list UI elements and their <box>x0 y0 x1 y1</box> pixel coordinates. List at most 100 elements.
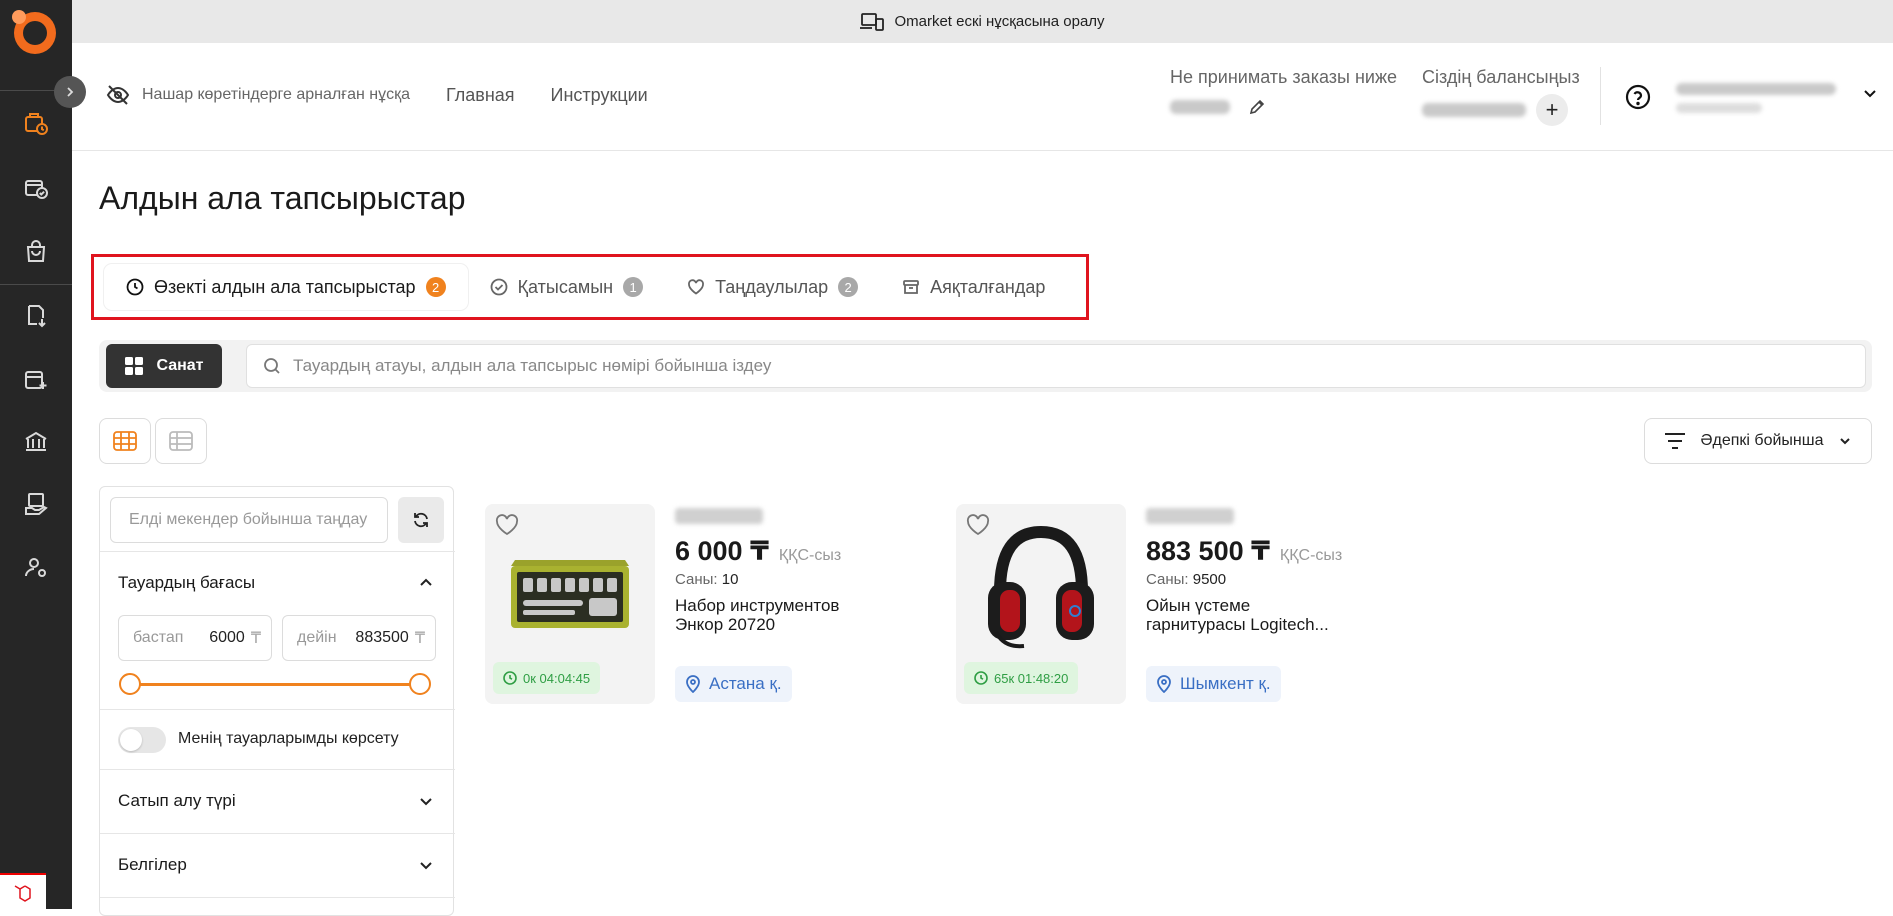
accessibility-mode-link[interactable]: Нашар көретіндерге арналған нұсқа <box>106 83 410 107</box>
price-range-max-handle[interactable] <box>409 673 431 695</box>
price-range-min-handle[interactable] <box>119 673 141 695</box>
price-from-input[interactable]: бастап 6000 ₸ <box>118 615 272 661</box>
edit-pencil-icon[interactable] <box>1248 98 1266 116</box>
tags-filter[interactable]: Белгілер <box>118 855 187 875</box>
old-version-link[interactable]: Omarket ескі нұсқасына оралу <box>894 13 1104 30</box>
category-button[interactable]: Санат <box>106 344 222 388</box>
delivery-box-icon[interactable] <box>22 490 50 518</box>
location-select-input[interactable]: Елді мекендер бойынша таңдау <box>110 497 388 543</box>
search-icon <box>264 358 280 374</box>
accessibility-label: Нашар көретіндерге арналған нұсқа <box>142 86 410 103</box>
purchase-type-filter[interactable]: Сатып алу түрі <box>118 791 236 811</box>
clock-icon <box>974 671 988 685</box>
min-order-label: Не принимать заказы ниже <box>1170 67 1398 87</box>
product-sku-blurred <box>675 508 763 524</box>
location-pin-icon <box>686 675 700 693</box>
search-bar: Санат Тауардың атауы, алдын ала тапсырыс… <box>99 340 1872 392</box>
tab-label: Өзекті алдын ала тапсырыстар <box>154 276 416 297</box>
user-settings-icon[interactable] <box>22 554 50 582</box>
user-profile-menu[interactable] <box>1676 79 1886 119</box>
quantity-label: Саны: <box>675 571 718 588</box>
shopping-bag-icon[interactable] <box>22 238 50 266</box>
archive-icon <box>903 280 920 294</box>
sort-dropdown[interactable]: Әдепкі бойынша <box>1644 418 1872 464</box>
product-image[interactable]: 0к 04:04:45 <box>485 504 655 704</box>
tab-bar: Өзекті алдын ала тапсырыстар 2 Қатысамын… <box>104 264 1067 310</box>
clock-icon <box>126 278 144 296</box>
tab-completed[interactable]: Аяқталғандар <box>880 264 1067 310</box>
tab-count-badge: 2 <box>838 277 859 297</box>
nav-home-link[interactable]: Главная <box>446 85 515 106</box>
preorders-clock-icon[interactable] <box>22 110 50 138</box>
product-name[interactable]: Ойын үстеме гарнитурасы Logitech... <box>1146 596 1346 634</box>
framework-logo-icon <box>0 873 46 909</box>
filter-divider <box>100 769 455 770</box>
chevron-up-icon[interactable] <box>418 575 434 591</box>
user-id-blurred <box>1676 103 1762 113</box>
orders-check-icon[interactable] <box>22 174 50 202</box>
tab-participating[interactable]: Қатысамын 1 <box>468 264 666 310</box>
quantity-value: 9500 <box>1192 571 1227 588</box>
table-list-icon <box>169 431 193 451</box>
grid-view-button[interactable] <box>99 418 151 464</box>
min-order-value-blurred <box>1170 100 1230 114</box>
nav-instructions-link[interactable]: Инструкции <box>551 85 648 106</box>
vat-note: ҚҚС-сыз <box>1279 547 1343 564</box>
category-label: Санат <box>156 357 204 374</box>
product-card[interactable]: 0к 04:04:45 6 000 ₸ ҚҚС-сыз Саны: 10 Наб… <box>485 504 905 704</box>
price-from-label: бастап <box>133 629 184 646</box>
product-info: 6 000 ₸ ҚҚС-сыз Саны: 10 Набор инструмен… <box>675 504 905 634</box>
bank-icon[interactable] <box>22 428 50 456</box>
filter-divider <box>100 709 455 710</box>
list-view-button[interactable] <box>155 418 207 464</box>
sidebar <box>0 0 72 909</box>
price-filter-title[interactable]: Тауардың бағасы <box>118 573 255 593</box>
table-grid-icon <box>113 431 137 451</box>
show-my-products-toggle[interactable] <box>118 727 166 753</box>
search-placeholder: Тауардың атауы, алдын ала тапсырыс нөмір… <box>293 356 772 375</box>
user-name-blurred <box>1676 83 1836 95</box>
filters-panel: Елді мекендер бойынша таңдау Тауардың ба… <box>99 486 455 916</box>
time-remaining-badge: 0к 04:04:45 <box>493 662 601 694</box>
sort-label: Әдепкі бойынша <box>1700 432 1824 449</box>
chevron-down-icon <box>1864 90 1876 98</box>
time-remaining-value: 0к 04:04:45 <box>523 670 591 686</box>
price-range-track[interactable] <box>130 683 420 686</box>
reset-filters-button[interactable] <box>398 497 444 543</box>
chevron-down-icon[interactable] <box>418 793 434 809</box>
product-name[interactable]: Набор инструментов Энкор 20720 <box>675 596 875 634</box>
product-image[interactable]: 65к 01:48:20 <box>956 504 1126 704</box>
top-up-balance-button[interactable]: + <box>1536 94 1568 126</box>
clock-icon <box>503 671 517 685</box>
quantity-value: 10 <box>721 571 739 588</box>
tab-favorites[interactable]: Таңдаулылар 2 <box>665 264 880 310</box>
document-download-icon[interactable] <box>22 302 50 330</box>
chevron-down-icon[interactable] <box>418 857 434 873</box>
product-card[interactable]: 65к 01:48:20 883 500 ₸ ҚҚС-сыз Саны: 950… <box>956 504 1376 704</box>
add-product-icon[interactable] <box>22 366 50 394</box>
product-sku-blurred <box>1146 508 1234 524</box>
devices-icon <box>860 12 885 31</box>
favorite-heart-icon[interactable] <box>495 514 519 536</box>
filter-divider <box>100 833 455 834</box>
omarket-logo[interactable] <box>12 10 56 54</box>
old-version-banner[interactable]: Omarket ескі нұсқасына оралу <box>72 0 1893 43</box>
show-my-products-label: Менің тауарларымды көрсету <box>178 730 399 747</box>
city-name: Астана қ. <box>709 674 782 693</box>
city-badge: Шымкент қ. <box>1146 666 1281 702</box>
product-info: 883 500 ₸ ҚҚС-сыз Саны: 9500 Ойын үстеме… <box>1146 504 1376 634</box>
sidebar-divider <box>0 284 72 285</box>
sort-icon <box>1665 433 1686 449</box>
city-name: Шымкент қ. <box>1180 674 1271 693</box>
vat-note: ҚҚС-сыз <box>778 547 842 564</box>
sidebar-expand-button[interactable] <box>54 76 86 108</box>
heart-icon <box>688 279 705 295</box>
help-icon[interactable] <box>1624 83 1652 111</box>
price-to-input[interactable]: дейін 883500 ₸ <box>282 615 436 661</box>
tab-active-preorders[interactable]: Өзекті алдын ала тапсырыстар 2 <box>104 264 468 310</box>
time-remaining-value: 65к 01:48:20 <box>994 670 1069 686</box>
location-pin-icon <box>1157 675 1171 693</box>
price-from-value: 6000 <box>209 629 245 646</box>
search-input[interactable]: Тауардың атауы, алдын ала тапсырыс нөмір… <box>246 344 1866 388</box>
grid-icon <box>125 357 144 375</box>
